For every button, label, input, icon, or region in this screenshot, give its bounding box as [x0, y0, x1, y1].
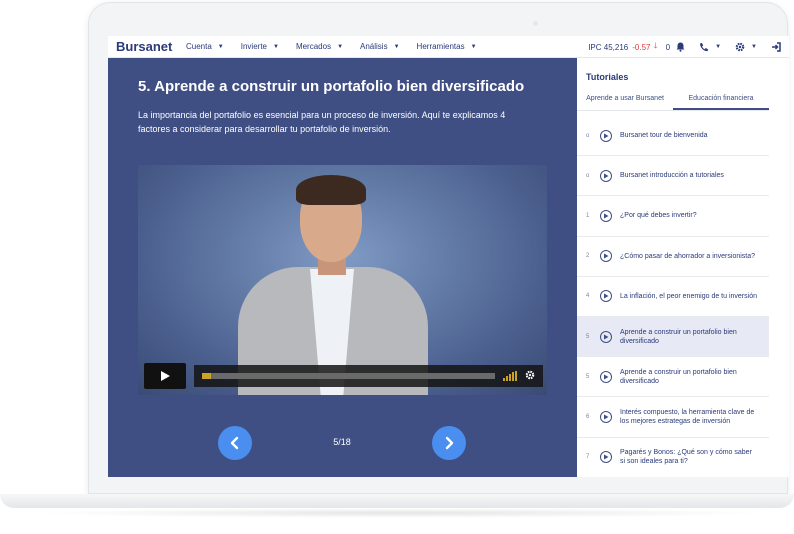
lesson-title: 5. Aprende a construir un portafolio bie…: [138, 78, 525, 95]
lesson-title: Aprende a construir un portafolio bien d…: [620, 368, 737, 385]
video-progress-bar[interactable]: [202, 373, 495, 379]
presenter-hair: [296, 175, 366, 205]
control-bar: [194, 365, 543, 387]
caret-down-icon: ▼: [393, 43, 400, 50]
menu-cuenta[interactable]: Cuenta ▼: [186, 42, 224, 51]
top-navbar: Bursanet Cuenta ▼ Invierte ▼ Mercados ▼ Aná…: [108, 36, 789, 58]
ipc-change: -0.57: [632, 42, 651, 52]
menu-invierte[interactable]: Invierte ▼: [241, 42, 279, 51]
tutorials-sidebar: Tutoriales Aprende a usar Bursanet Educa…: [577, 58, 769, 477]
menu-label: Análisis: [360, 42, 388, 51]
caret-down-icon: ▼: [470, 43, 477, 50]
play-circle-icon: [600, 169, 612, 182]
chevron-right-icon: [445, 436, 454, 450]
lesson-list-item[interactable]: 1 ¿Por qué debes invertir?: [577, 196, 769, 237]
play-circle-icon: [600, 129, 612, 142]
lesson-number: 2: [586, 253, 590, 260]
play-circle-icon: [600, 290, 612, 303]
lesson-description: La importancia del portafolio es esencia…: [138, 110, 506, 134]
lesson-list-item[interactable]: 2 ¿Cómo pasar de ahorrador a inversionist…: [577, 237, 769, 277]
lesson-list: o Bursanet tour de bienvenida o Bursanet in…: [577, 116, 769, 477]
lesson-panel: 5. Aprende a construir un portafolio bie…: [108, 58, 577, 477]
play-icon: [161, 371, 170, 381]
lesson-list-item[interactable]: 5 Aprende a construir un portafolio bien …: [577, 316, 769, 358]
caret-down-icon[interactable]: ▼: [751, 44, 757, 50]
caret-down-icon[interactable]: ▼: [715, 44, 721, 50]
page-counter: 5/18: [333, 437, 351, 447]
lesson-title: Bursanet introducción a tutoriales: [620, 172, 724, 180]
play-circle-icon: [600, 250, 612, 263]
lesson-number: o: [586, 172, 590, 179]
volume-icon[interactable]: [503, 371, 517, 381]
video-controls: [144, 363, 543, 389]
tab-educacion-financiera[interactable]: Educación financiera: [673, 91, 769, 110]
lesson-number: 7: [586, 454, 590, 461]
play-circle-icon: [600, 209, 612, 222]
notification-count: 0: [665, 42, 671, 52]
play-circle-icon: [600, 451, 612, 464]
play-circle-icon: [600, 330, 612, 343]
lesson-title: Bursanet tour de bienvenida: [620, 132, 708, 140]
app-logo[interactable]: Bursanet: [116, 39, 186, 54]
phone-icon[interactable]: [699, 42, 709, 52]
lesson-list-item[interactable]: o Bursanet introducción a tutoriales: [577, 156, 769, 197]
chevron-left-icon: [230, 436, 239, 450]
settings-gear-icon[interactable]: [525, 370, 535, 383]
lesson-title: La inflación, el peor enemigo de tu inve…: [620, 292, 757, 300]
lesson-title: Aprende a construir un portafolio bien d…: [620, 328, 737, 345]
lesson-list-item[interactable]: 7 Pagarés y Bonos: ¿Qué son y cómo saber …: [577, 438, 769, 477]
lesson-title: ¿Por qué debes invertir?: [620, 212, 697, 220]
lesson-title: Pagarés y Bonos: ¿Qué son y cómo saber s…: [620, 449, 752, 466]
arrow-down-icon: 🡓: [653, 41, 658, 50]
lesson-number: 5: [586, 333, 590, 340]
ipc-label: IPC: [588, 42, 602, 52]
menu-herramientas[interactable]: Herramientas ▼: [417, 42, 477, 51]
logout-icon[interactable]: [771, 42, 781, 52]
menu-analisis[interactable]: Análisis ▼: [360, 42, 400, 51]
lesson-number: 5: [586, 373, 590, 380]
menu-mercados[interactable]: Mercados ▼: [296, 42, 343, 51]
tab-aprende-bursanet[interactable]: Aprende a usar Bursanet: [577, 91, 673, 110]
caret-down-icon: ▼: [337, 43, 344, 50]
lesson-number: o: [586, 132, 590, 139]
lesson-list-item[interactable]: 4 La inflación, el peor enemigo de tu inv…: [577, 277, 769, 317]
lesson-list-item[interactable]: 5 Aprende a construir un portafolio bien …: [577, 357, 769, 398]
lesson-title: Interés compuesto, la herramienta clave …: [620, 408, 755, 425]
next-button[interactable]: [432, 426, 466, 460]
ipc-value: 45,216: [603, 42, 629, 52]
caret-down-icon: ▼: [272, 43, 279, 50]
bell-icon[interactable]: [676, 42, 685, 52]
menu-label: Herramientas: [416, 42, 465, 51]
previous-button[interactable]: [218, 426, 252, 460]
menu-label: Cuenta: [186, 42, 212, 51]
play-circle-icon: [600, 410, 612, 423]
caret-down-icon: ▼: [217, 43, 224, 50]
market-ticker: IPC 45,216 -0.57 🡓 0 ▼ ▼: [588, 36, 781, 58]
menu-label: Mercados: [295, 42, 332, 51]
video-progress-fill: [202, 373, 211, 379]
lesson-pager: 5/18: [108, 426, 577, 462]
sidebar-heading: Tutoriales: [586, 72, 629, 82]
sidebar-tabs: Aprende a usar Bursanet Educación financ…: [577, 91, 769, 111]
lesson-title: ¿Cómo pasar de ahorrador a inversionista…: [620, 252, 756, 260]
lesson-number: 6: [586, 413, 590, 420]
video-player[interactable]: [138, 165, 547, 395]
play-circle-icon: [600, 370, 612, 383]
app-screen: Bursanet Cuenta ▼ Invierte ▼ Mercados ▼ Aná…: [108, 36, 789, 477]
laptop-shadow: [30, 508, 770, 518]
gear-icon[interactable]: [735, 42, 745, 52]
lesson-list-item[interactable]: o Bursanet tour de bienvenida: [577, 116, 769, 157]
camera-dot: [533, 21, 538, 26]
menu-label: Invierte: [240, 42, 267, 51]
lesson-number: 4: [586, 293, 590, 300]
lesson-list-item[interactable]: 6 Interés compuesto, la herramienta clave…: [577, 397, 769, 438]
lesson-number: 1: [586, 212, 590, 219]
play-button[interactable]: [144, 363, 186, 389]
laptop-base: [0, 494, 794, 508]
